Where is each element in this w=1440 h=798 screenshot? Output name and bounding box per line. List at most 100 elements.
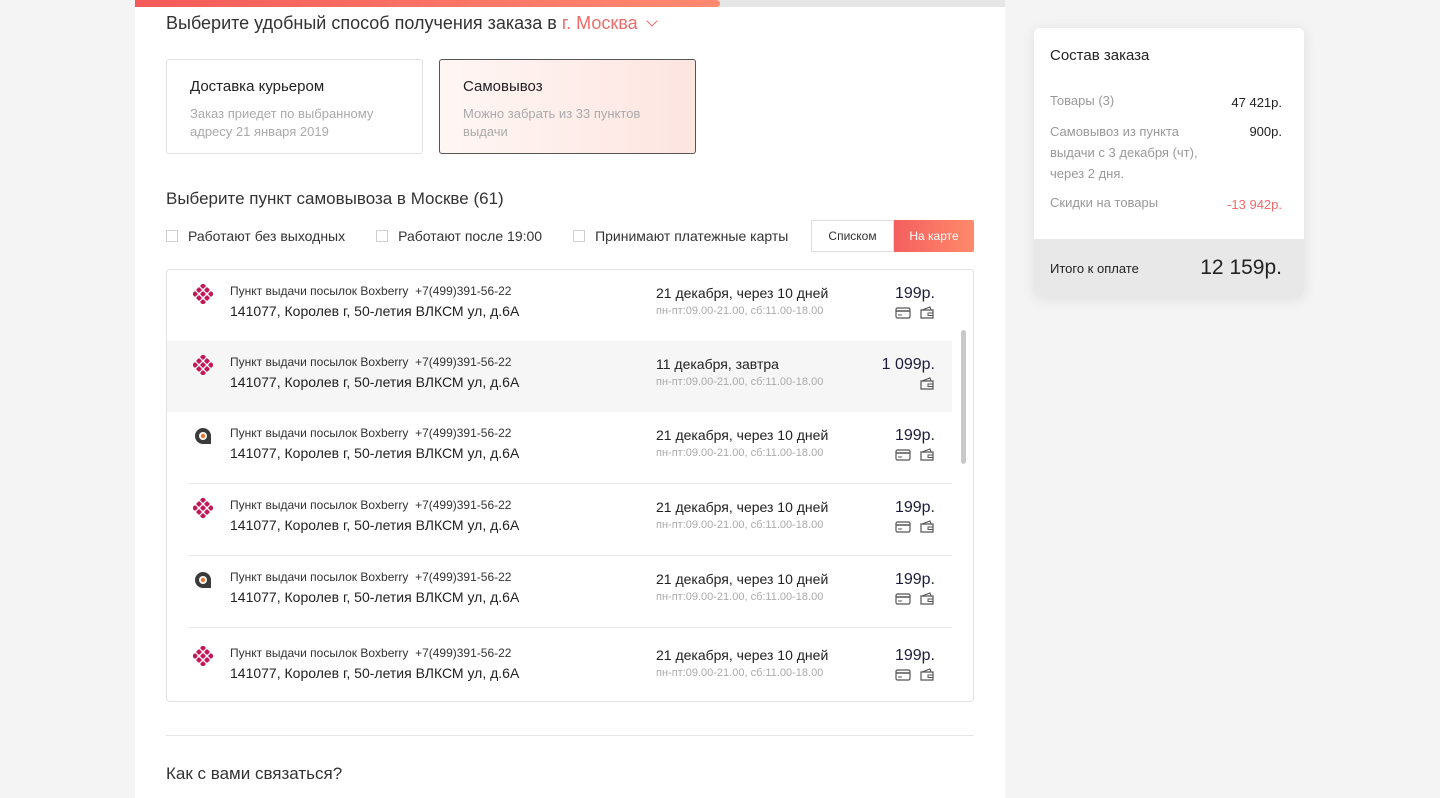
list-scrollbar[interactable] [961,330,966,464]
pickup-point-phone: +7(499)391-56-22 [415,355,512,369]
pickup-point-name: Пункт выдачи посылок Boxberry +7(499)391… [230,646,511,660]
pickup-point-payment-icons [895,306,935,319]
pickup-point-date: 21 декабря, через 10 дней [656,499,829,515]
pickup-point-hours: пн-пт:09.00-21.00, сб:11.00-18.00 [656,591,824,603]
pickup-point-date: 21 декабря, через 10 дней [656,285,829,301]
pickup-point-address: 141077, Королев г, 50-летия ВЛКСМ ул, д.… [230,445,520,461]
pickup-point-name: Пункт выдачи посылок Boxberry +7(499)391… [230,284,511,298]
order-summary-card: Состав заказа Товары (3) 47 421р. Самовы… [1034,28,1304,297]
summary-line-value: 900р. [1249,124,1282,139]
pickup-point-price: 199р. [894,647,935,664]
pickup-point-name-text: Пункт выдачи посылок Boxberry [230,570,409,584]
pickup-point-price: 199р. [894,285,935,302]
wallet-icon [919,306,935,319]
boxberry-logo-icon [192,354,214,376]
filter-label: Принимают платежные карты [595,228,789,244]
pickup-point-phone: +7(499)391-56-22 [415,426,512,440]
pickup-point-hours: пн-пт:09.00-21.00, сб:11.00-18.00 [656,305,824,317]
pickup-point-payment-icons [895,668,935,681]
summary-line-value: -13 942р. [1227,197,1282,212]
delivery-heading-text: Выберите удобный способ получения заказа… [166,13,557,33]
city-selector-label[interactable]: г. Москва [562,13,638,33]
pickup-point-row[interactable]: Пункт выдачи посылок Boxberry +7(499)391… [167,412,952,484]
delivery-option-desc: Можно забрать из 33 пунктов выдачи [463,106,641,139]
view-list-button[interactable]: Списком [811,220,894,252]
view-toggle: Списком На карте [811,220,974,252]
city-selector[interactable]: г. Москва [562,13,658,33]
pickup-point-name-text: Пункт выдачи посылок Boxberry [230,426,409,440]
filter-after-19[interactable]: Работают после 19:00 [376,228,542,244]
order-total-value: 12 159р. [1200,256,1282,279]
pickup-point-phone: +7(499)391-56-22 [415,284,512,298]
pickup-point-payment-icons [895,520,935,533]
boxberry-logo-icon [192,645,214,667]
boxberry-logo-icon [192,497,214,519]
wallet-icon [919,448,935,461]
summary-line-discount: Скидки на товары -13 942р. [1050,192,1282,215]
checkout-progress-bar [135,0,1005,7]
pickup-point-name: Пункт выдачи посылок Boxberry +7(499)391… [230,498,511,512]
pickup-point-date: 11 декабря, завтра [656,356,779,372]
delivery-option-courier[interactable]: Доставка курьером Заказ приедет по выбра… [166,59,423,154]
chevron-down-icon[interactable] [645,15,658,27]
pickup-point-name: Пункт выдачи посылок Boxberry +7(499)391… [230,355,511,369]
boxberry-logo-icon [192,283,214,305]
summary-line-value: 47 421р. [1231,95,1282,110]
pickup-point-row[interactable]: Пункт выдачи посылок Boxberry +7(499)391… [167,270,952,341]
checkbox[interactable] [573,230,586,242]
view-map-button[interactable]: На карте [894,220,974,252]
filter-no-days-off[interactable]: Работают без выходных [166,228,345,244]
pickup-point-hours: пн-пт:09.00-21.00, сб:11.00-18.00 [656,376,824,388]
pickup-point-address: 141077, Королев г, 50-летия ВЛКСМ ул, д.… [230,303,520,319]
order-total: Итого к оплате 12 159р. [1034,239,1304,297]
delivery-option-pickup[interactable]: Самовывоз Можно забрать из 33 пунктов вы… [439,59,696,154]
pickup-point-payment-icons [919,377,935,390]
checkbox[interactable] [376,230,389,242]
pickup-points-list[interactable]: Пункт выдачи посылок Boxberry +7(499)391… [166,269,974,702]
pickup-point-name-text: Пункт выдачи посылок Boxberry [230,646,409,660]
filter-accept-cards[interactable]: Принимают платежные карты [573,228,788,244]
pickup-point-address: 141077, Королев г, 50-летия ВЛКСМ ул, д.… [230,374,520,390]
pickup-point-price: 1 099р. [881,356,935,373]
pickup-point-hours: пн-пт:09.00-21.00, сб:11.00-18.00 [656,519,824,531]
filter-label: Работают после 19:00 [398,228,543,244]
checkout-main-panel: Выберите удобный способ получения заказа… [135,0,1005,798]
order-total-label: Итого к оплате [1050,260,1139,276]
pickup-point-name-text: Пункт выдачи посылок Boxberry [230,355,409,369]
pickup-point-address: 141077, Королев г, 50-летия ВЛКСМ ул, д.… [230,589,520,605]
pickup-point-address: 141077, Королев г, 50-летия ВЛКСМ ул, д.… [230,517,520,533]
pickup-point-phone: +7(499)391-56-22 [415,646,512,660]
pickup-point-payment-icons [895,448,935,461]
pickup-point-date: 21 декабря, через 10 дней [656,647,829,663]
pickup-filters: Работают без выходных Работают после 19:… [166,228,819,244]
order-summary-title: Состав заказа [1050,47,1150,64]
checkbox[interactable] [166,230,178,242]
card-icon [895,668,911,681]
wallet-icon [919,377,935,390]
delivery-option-title: Доставка курьером [190,78,325,95]
pickup-point-name: Пункт выдачи посылок Boxberry +7(499)391… [230,570,511,584]
pickup-point-payment-icons [895,592,935,605]
pickpoint-logo-icon [193,426,213,446]
summary-line-label: Самовывоз из пункта выдачи с 3 декабря (… [1050,124,1198,181]
summary-line-goods: Товары (3) 47 421р. [1050,90,1282,113]
pickup-point-row[interactable]: Пункт выдачи посылок Boxberry +7(499)391… [167,484,952,556]
pickup-point-row[interactable]: Пункт выдачи посылок Boxberry +7(499)391… [167,341,952,412]
pickup-point-price: 199р. [894,499,935,516]
card-icon [895,306,911,319]
summary-line-label: Товары (3) [1050,93,1115,108]
pickup-point-row[interactable]: Пункт выдачи посылок Boxberry +7(499)391… [167,628,952,701]
wallet-icon [919,592,935,605]
checkout-progress-fill [135,0,720,7]
pickup-point-price: 199р. [894,427,935,444]
wallet-icon [919,668,935,681]
delivery-heading: Выберите удобный способ получения заказа… [166,13,658,34]
pickpoint-logo-icon [193,570,213,590]
delivery-option-title: Самовывоз [463,78,543,95]
pickup-point-phone: +7(499)391-56-22 [415,570,512,584]
pickup-point-row[interactable]: Пункт выдачи посылок Boxberry +7(499)391… [167,556,952,628]
delivery-option-desc: Заказ приедет по выбранному адресу 21 ян… [190,106,374,139]
card-icon [895,448,911,461]
pickup-point-hours: пн-пт:09.00-21.00, сб:11.00-18.00 [656,667,824,679]
pickup-point-hours: пн-пт:09.00-21.00, сб:11.00-18.00 [656,447,824,459]
